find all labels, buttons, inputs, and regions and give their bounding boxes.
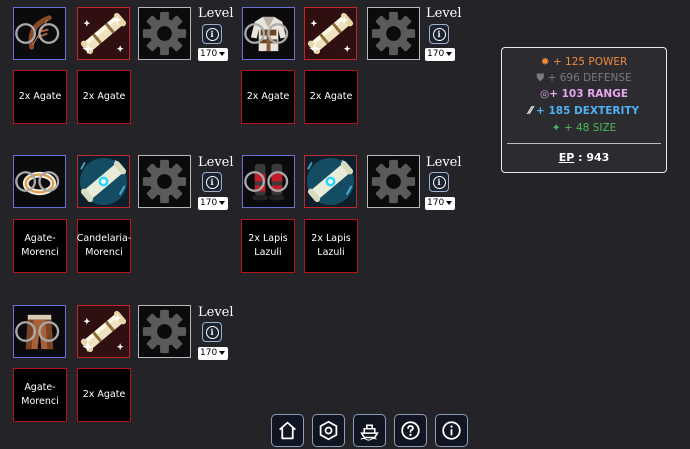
level-select[interactable]: 170: [425, 197, 455, 210]
scroll-icon: [78, 8, 129, 59]
power-icon: ✸: [540, 56, 550, 68]
scroll-icon: [305, 8, 356, 59]
gem-slot-2[interactable]: Candelaria-Morenci: [77, 219, 131, 273]
scroll-slot[interactable]: [77, 155, 130, 208]
stat-defense: ⛊ + 696 DEFENSE: [536, 72, 632, 84]
info-icon: i: [205, 27, 219, 41]
socket-rings-icon: [15, 321, 60, 342]
ship-button[interactable]: [353, 414, 386, 447]
socket-rings-icon: [244, 23, 289, 44]
scroll-slot[interactable]: [77, 7, 130, 60]
gear-icon: [368, 8, 419, 59]
level-select[interactable]: 170: [425, 48, 455, 61]
stats-panel: ✸ + 125 POWER ⛊ + 696 DEFENSE ◎+ 103 RAN…: [501, 47, 667, 173]
leg-item-slot[interactable]: [13, 305, 66, 358]
level-label: Level: [198, 155, 234, 170]
divider: [507, 143, 661, 144]
ship-icon: [360, 424, 379, 441]
bow-item-slot[interactable]: [13, 7, 66, 60]
gem-slot-2[interactable]: 2x Lapis Lazuli: [304, 219, 358, 273]
gear-icon: [368, 156, 419, 207]
info-button[interactable]: i: [429, 24, 449, 44]
enchanted-scroll-icon: [78, 156, 129, 207]
ep-total: EP : 943: [558, 151, 610, 164]
chest-item-slot[interactable]: [242, 7, 295, 60]
home-icon: [279, 421, 296, 440]
help-icon: [401, 421, 420, 440]
boots-item-slot[interactable]: [242, 155, 295, 208]
gem-slot-2[interactable]: 2x Agate: [304, 70, 358, 124]
enchanted-scroll-icon: [305, 156, 356, 207]
info-button[interactable]: i: [202, 172, 222, 192]
gear-icon: [139, 306, 190, 357]
info-icon: i: [432, 27, 446, 41]
gear-icon: [139, 8, 190, 59]
range-icon: ◎: [540, 88, 550, 100]
socket-rings-icon: [15, 23, 60, 44]
gem-slot-1[interactable]: Agate-Morenci: [13, 368, 67, 422]
gear-icon: [139, 156, 190, 207]
shield-icon: ⛊: [536, 72, 545, 84]
upgrade-slot[interactable]: [138, 7, 191, 60]
socket-rings-icon: [244, 171, 289, 192]
gem-slot-2[interactable]: 2x Agate: [77, 70, 131, 124]
stat-range: ◎+ 103 RANGE: [540, 88, 628, 100]
settings-button[interactable]: [312, 414, 345, 447]
help-button[interactable]: [394, 414, 427, 447]
scroll-slot[interactable]: [77, 305, 130, 358]
gem-slot-1[interactable]: 2x Agate: [13, 70, 67, 124]
info-icon: i: [432, 175, 446, 189]
info-button[interactable]: i: [202, 322, 222, 342]
info-icon: [442, 421, 461, 440]
level-label: Level: [426, 155, 462, 170]
level-label: Level: [198, 6, 234, 21]
gem-slot-1[interactable]: Agate-Morenci: [13, 219, 67, 273]
info-icon: i: [205, 175, 219, 189]
scroll-slot[interactable]: [304, 7, 357, 60]
gem-slot-1[interactable]: 2x Lapis Lazuli: [241, 219, 295, 273]
settings-hex-icon: [319, 420, 338, 441]
level-select[interactable]: 170: [198, 197, 228, 210]
gem-slot-1[interactable]: 2x Agate: [241, 70, 295, 124]
stat-power: ✸ + 125 POWER: [540, 56, 628, 68]
size-icon: ✦: [551, 122, 561, 134]
dexterity-icon: ⁄⁄: [528, 105, 533, 117]
info-button[interactable]: i: [202, 24, 222, 44]
gem-slot-2[interactable]: 2x Agate: [77, 368, 131, 422]
ring-item-slot[interactable]: [13, 155, 66, 208]
upgrade-slot[interactable]: [367, 7, 420, 60]
scroll-slot[interactable]: [304, 155, 357, 208]
upgrade-slot[interactable]: [367, 155, 420, 208]
info-icon: i: [205, 325, 219, 339]
socket-rings-icon: [15, 171, 60, 192]
level-select[interactable]: 170: [198, 347, 228, 360]
upgrade-slot[interactable]: [138, 155, 191, 208]
stat-dexterity: ⁄⁄ + 185 DEXTERITY: [528, 105, 640, 117]
stat-size: ✦ + 48 SIZE: [551, 122, 617, 134]
scroll-icon: [78, 306, 129, 357]
home-button[interactable]: [271, 414, 304, 447]
level-select[interactable]: 170: [198, 48, 228, 61]
level-label: Level: [426, 6, 462, 21]
info-nav-button[interactable]: [435, 414, 468, 447]
info-button[interactable]: i: [429, 172, 449, 192]
upgrade-slot[interactable]: [138, 305, 191, 358]
level-label: Level: [198, 305, 234, 320]
